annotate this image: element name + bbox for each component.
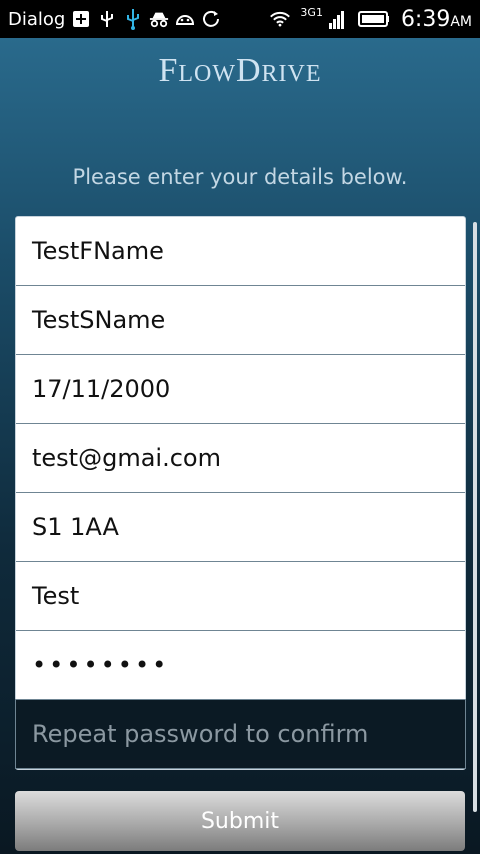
signal-icon [327,9,347,29]
android-icon [175,9,195,29]
network-type-label: 3G [300,5,316,19]
surname-field[interactable]: TestSName [16,286,465,355]
carrier-label: Dialog [8,8,66,30]
clock-ampm: AM [450,13,472,30]
network-superscript: 1 [315,5,323,19]
registration-form: TestFName TestSName 17/11/2000 test@gmai… [15,216,466,770]
app-logo: FlowDrive [158,52,322,89]
postcode-field[interactable]: S1 1AA [16,493,465,562]
sync-icon [201,9,221,29]
repeat-password-field[interactable]: Repeat password to confirm [15,699,466,769]
clock-time: 6:39 [400,6,451,32]
password-value: •••••••• [32,651,170,679]
scrollbar[interactable] [473,222,477,812]
town-field[interactable]: Test [16,562,465,631]
email-field[interactable]: test@gmai.com [16,424,465,493]
status-bar: Dialog 3G1 6:39AM [0,0,480,38]
first-name-field[interactable]: TestFName [16,217,465,286]
dob-field[interactable]: 17/11/2000 [16,355,465,424]
usb-trident-icon [97,9,117,29]
plus-icon [71,9,91,29]
password-field[interactable]: •••••••• [16,631,465,700]
usb-icon [123,9,143,30]
incognito-icon [149,9,169,29]
battery-icon [357,9,391,29]
form-instructions: Please enter your details below. [72,165,408,189]
wifi-icon [270,9,291,29]
submit-button[interactable]: Submit [15,791,465,851]
